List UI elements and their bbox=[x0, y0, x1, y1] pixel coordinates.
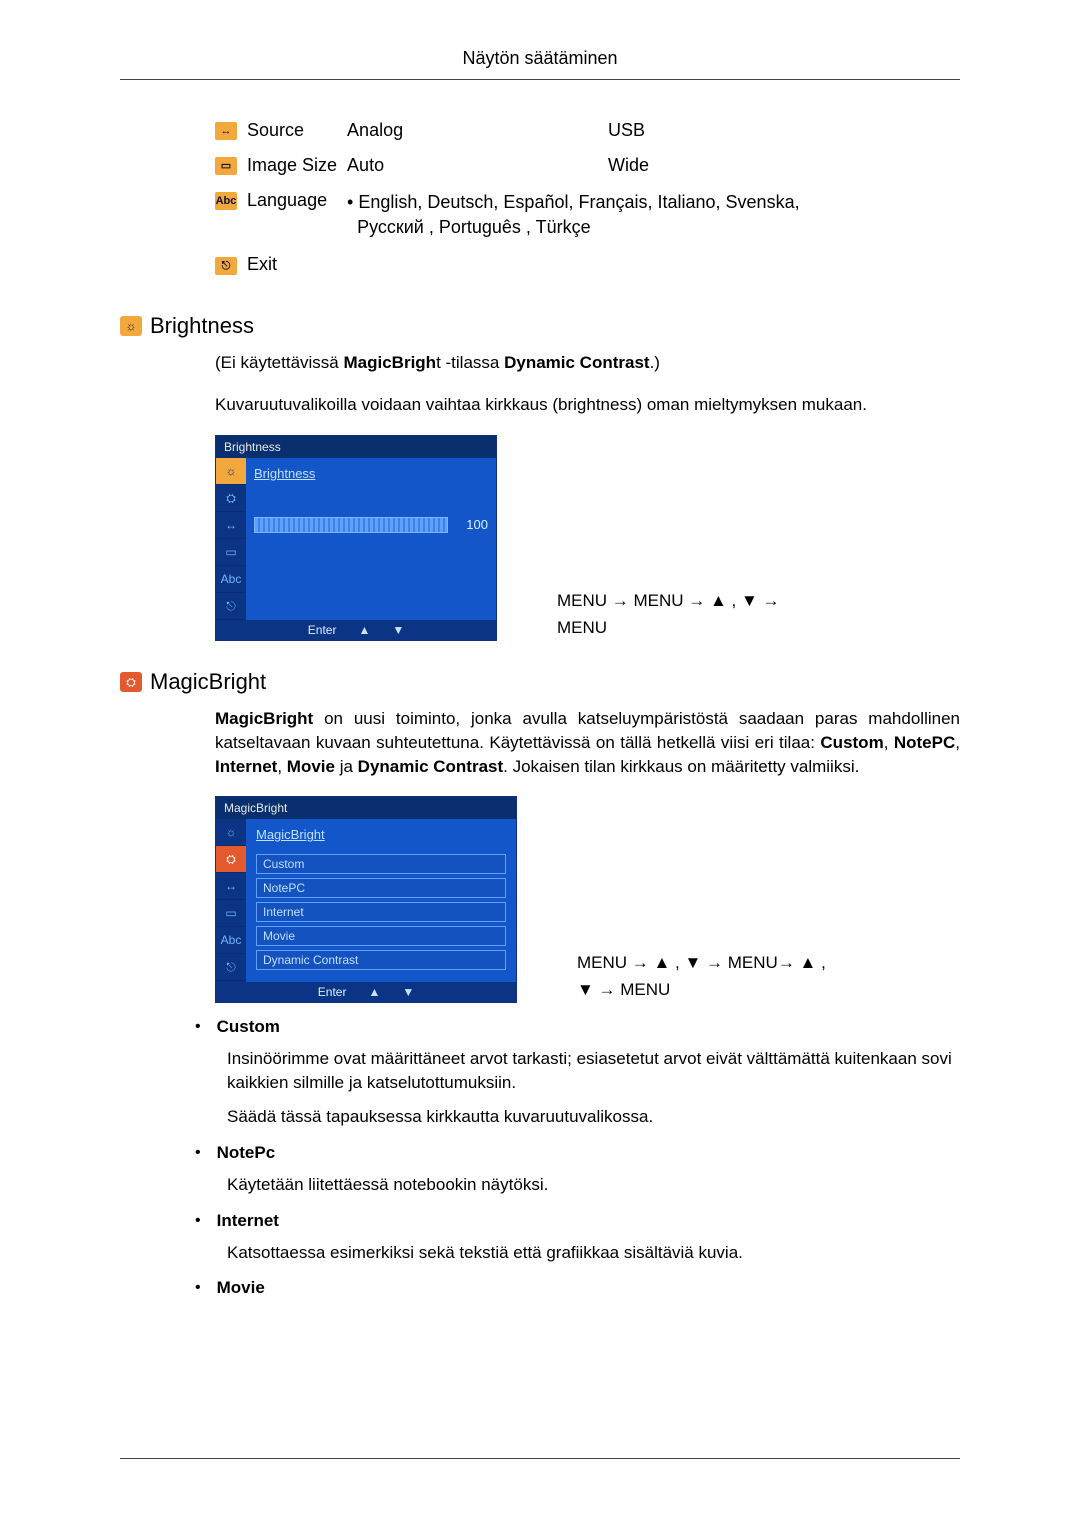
bullet-title: Internet bbox=[217, 1211, 279, 1231]
bullet-dot-icon: • bbox=[195, 1278, 201, 1298]
section-brightness-head: ☼ Brightness bbox=[120, 313, 960, 339]
osd-enter-button[interactable]: Enter bbox=[318, 985, 347, 999]
brightness-slider-row: 100 bbox=[254, 517, 488, 533]
osd-footer: Enter ▲ ▼ bbox=[216, 620, 496, 640]
language-line1: • English, Deutsch, Español, Français, I… bbox=[347, 192, 800, 212]
footer-rule bbox=[120, 1458, 960, 1459]
language-icon: Abc bbox=[215, 192, 237, 210]
osd-side-source-icon[interactable]: ↔ bbox=[216, 512, 246, 539]
language-line2: Русский , Português , Türkçe bbox=[357, 217, 591, 237]
source-icon: ↔ bbox=[215, 122, 237, 140]
menu-label: Exit bbox=[247, 250, 347, 279]
osd-up-button[interactable]: ▲ bbox=[368, 985, 380, 999]
image-size-icon: ▭ bbox=[215, 157, 237, 175]
brightness-desc: Kuvaruutuvalikoilla voidaan vaihtaa kirk… bbox=[215, 393, 960, 417]
brightness-value: 100 bbox=[458, 517, 488, 532]
osd-side-brightness-icon[interactable]: ☼ bbox=[216, 458, 246, 485]
osd-option-movie[interactable]: Movie bbox=[256, 926, 506, 946]
menu-label: Language bbox=[247, 186, 347, 244]
section-title: Brightness bbox=[150, 313, 254, 339]
bullet-title: NotePc bbox=[217, 1143, 276, 1163]
magicbright-intro: MagicBright on uusi toiminto, jonka avul… bbox=[215, 707, 960, 778]
menu-label: Image Size bbox=[247, 151, 347, 180]
brightness-osd: Brightness ☼ ⛭ ↔ ▭ Abc ⎋ Brightness bbox=[215, 435, 497, 641]
osd-side-exit-icon[interactable]: ⎋ bbox=[216, 593, 246, 620]
brightness-slider[interactable] bbox=[254, 517, 448, 533]
bullet-dot-icon: • bbox=[195, 1211, 201, 1231]
osd-menu-table: ↔ Source Analog USB ▭ Image Size Auto Wi… bbox=[215, 110, 810, 285]
menu-value-2: Wide bbox=[608, 151, 810, 180]
brightness-osd-row: Brightness ☼ ⛭ ↔ ▭ Abc ⎋ Brightness bbox=[215, 435, 960, 641]
osd-content: Brightness 100 bbox=[246, 458, 496, 620]
menu-row-exit: ⎋ Exit bbox=[215, 250, 810, 279]
bullet-dot-icon: • bbox=[195, 1143, 201, 1163]
bullet-title: Movie bbox=[217, 1278, 265, 1298]
osd-option-dynamic[interactable]: Dynamic Contrast bbox=[256, 950, 506, 970]
osd-option-notepc[interactable]: NotePC bbox=[256, 878, 506, 898]
brightness-note: (Ei käytettävissä MagicBright -tilassa D… bbox=[215, 351, 960, 375]
brightness-nav-sequence: MENU → MENU → ▲ , ▼ → MENU bbox=[557, 587, 780, 641]
magicbright-osd-row: MagicBright ☼ ⛭ ↔ ▭ Abc ⎋ MagicBright Cu… bbox=[215, 796, 960, 1003]
page-title: Näytön säätäminen bbox=[120, 48, 960, 69]
osd-title: Brightness bbox=[216, 436, 496, 458]
osd-side-magicbright-icon[interactable]: ⛭ bbox=[216, 485, 246, 512]
osd-title: MagicBright bbox=[216, 797, 516, 819]
brightness-slider-fill bbox=[255, 518, 447, 532]
brightness-body: (Ei käytettävissä MagicBright -tilassa D… bbox=[215, 351, 960, 417]
osd-sidebar: ☼ ⛭ ↔ ▭ Abc ⎋ bbox=[216, 819, 246, 982]
osd-footer: Enter ▲ ▼ bbox=[216, 982, 516, 1002]
menu-row-imagesize: ▭ Image Size Auto Wide bbox=[215, 151, 810, 180]
bullet-body: Katsottaessa esimerkiksi sekä tekstiä et… bbox=[227, 1241, 960, 1265]
osd-side-brightness-icon[interactable]: ☼ bbox=[216, 819, 246, 846]
osd-up-button[interactable]: ▲ bbox=[358, 623, 370, 637]
magicbright-nav-sequence: MENU → ▲ , ▼ → MENU→ ▲ , ▼ → MENU bbox=[577, 949, 826, 1003]
magicbright-body: MagicBright on uusi toiminto, jonka avul… bbox=[215, 707, 960, 778]
osd-option-custom[interactable]: Custom bbox=[256, 854, 506, 874]
language-options: • English, Deutsch, Español, Français, I… bbox=[347, 186, 810, 244]
bullet-body: Säädä tässä tapauksessa kirkkautta kuvar… bbox=[227, 1105, 960, 1129]
osd-sidebar: ☼ ⛭ ↔ ▭ Abc ⎋ bbox=[216, 458, 246, 620]
osd-option-internet[interactable]: Internet bbox=[256, 902, 506, 922]
menu-value-1: Analog bbox=[347, 116, 608, 145]
section-title: MagicBright bbox=[150, 669, 266, 695]
header-rule bbox=[120, 79, 960, 80]
menu-value-2: USB bbox=[608, 116, 810, 145]
section-magicbright-head: ⛭ MagicBright bbox=[120, 669, 960, 695]
bullet-title: Custom bbox=[217, 1017, 280, 1037]
osd-content: MagicBright Custom NotePC Internet Movie… bbox=[246, 819, 516, 982]
page: Näytön säätäminen ↔ Source Analog USB ▭ … bbox=[0, 0, 1080, 1527]
bullet-body: Insinöörimme ovat määrittäneet arvot tar… bbox=[227, 1047, 960, 1095]
magicbright-bullets: • Custom Insinöörimme ovat määrittäneet … bbox=[195, 1017, 960, 1298]
osd-side-magicbright-icon[interactable]: ⛭ bbox=[216, 846, 246, 873]
osd-heading: MagicBright bbox=[256, 825, 506, 850]
osd-side-imagesize-icon[interactable]: ▭ bbox=[216, 900, 246, 927]
bullet-internet: • Internet Katsottaessa esimerkiksi sekä… bbox=[195, 1211, 960, 1265]
menu-row-language: Abc Language • English, Deutsch, Español… bbox=[215, 186, 810, 244]
bullet-movie: • Movie bbox=[195, 1278, 960, 1298]
osd-down-button[interactable]: ▼ bbox=[392, 623, 404, 637]
osd-heading: Brightness bbox=[254, 464, 488, 489]
menu-label: Source bbox=[247, 116, 347, 145]
bullet-custom: • Custom Insinöörimme ovat määrittäneet … bbox=[195, 1017, 960, 1128]
bullet-dot-icon: • bbox=[195, 1017, 201, 1037]
osd-side-imagesize-icon[interactable]: ▭ bbox=[216, 539, 246, 566]
bullet-notepc: • NotePc Käytetään liitettäessä notebook… bbox=[195, 1143, 960, 1197]
menu-value-1: Auto bbox=[347, 151, 608, 180]
osd-enter-button[interactable]: Enter bbox=[308, 623, 337, 637]
brightness-icon: ☼ bbox=[120, 316, 142, 336]
magicbright-icon: ⛭ bbox=[120, 672, 142, 692]
exit-icon: ⎋ bbox=[215, 257, 237, 275]
osd-side-language-icon[interactable]: Abc bbox=[216, 927, 246, 954]
osd-side-exit-icon[interactable]: ⎋ bbox=[216, 954, 246, 981]
menu-row-source: ↔ Source Analog USB bbox=[215, 116, 810, 145]
osd-side-source-icon[interactable]: ↔ bbox=[216, 873, 246, 900]
osd-side-language-icon[interactable]: Abc bbox=[216, 566, 246, 593]
magicbright-osd: MagicBright ☼ ⛭ ↔ ▭ Abc ⎋ MagicBright Cu… bbox=[215, 796, 517, 1003]
bullet-body: Käytetään liitettäessä notebookin näytök… bbox=[227, 1173, 960, 1197]
osd-down-button[interactable]: ▼ bbox=[402, 985, 414, 999]
